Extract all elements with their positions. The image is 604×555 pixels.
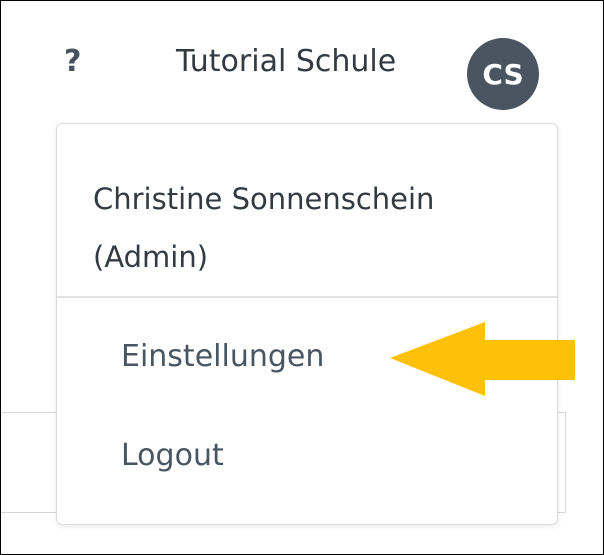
user-avatar[interactable]: CS [467,38,539,110]
background-divider [565,412,566,512]
help-icon[interactable]: ? [64,47,81,77]
avatar-initials: CS [482,57,524,91]
user-name: Christine Sonnenschein (Admin) [93,182,435,274]
arrow-left-icon [390,322,575,396]
menu-item-logout[interactable]: Logout [121,438,224,474]
school-name: Tutorial Schule [176,44,397,79]
user-info: Christine Sonnenschein (Admin) [57,124,557,298]
menu-item-settings[interactable]: Einstellungen [121,339,324,375]
